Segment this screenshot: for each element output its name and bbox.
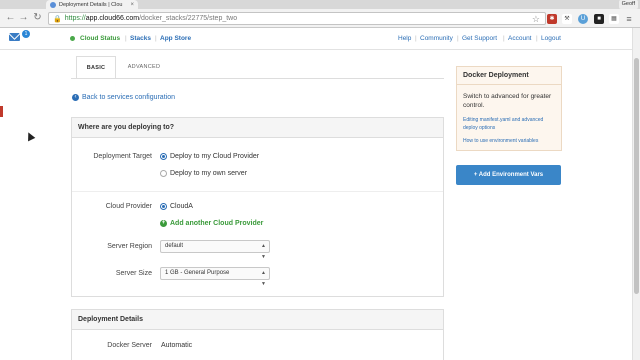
deploy-panel-title: Where are you deploying to? xyxy=(72,118,443,138)
radio-clouda[interactable]: CloudA xyxy=(160,203,193,210)
nav-account[interactable]: Account xyxy=(503,35,531,42)
bookmark-star-icon[interactable]: ☆ xyxy=(532,14,540,25)
back-arrow-icon[interactable]: ← xyxy=(5,13,16,23)
deploy-target-panel: Where are you deploying to? Deployment T… xyxy=(71,117,444,297)
server-region-label: Server Region xyxy=(107,243,152,250)
panel-divider xyxy=(72,191,443,192)
url-scheme: https:// xyxy=(64,15,86,22)
left-accent-bar xyxy=(0,106,3,117)
env-vars-docs-link[interactable]: How to use environment variables xyxy=(463,137,559,145)
tabs-divider xyxy=(71,78,444,79)
radio-selected-icon xyxy=(160,203,167,210)
nav-app-store[interactable]: App Store xyxy=(155,35,191,42)
nav-help[interactable]: Help xyxy=(398,35,411,42)
plus-circle-icon: + xyxy=(160,220,167,227)
manifest-docs-link[interactable]: Editing manifest.yaml and advanced deplo… xyxy=(463,116,559,132)
cloud-provider-label: Cloud Provider xyxy=(105,203,152,210)
select-caret-icon: ▲ ▼ xyxy=(261,243,266,260)
mouse-cursor-icon xyxy=(24,130,36,142)
tab-advanced[interactable]: ADVANCED xyxy=(124,56,164,78)
envelope-icon xyxy=(9,33,20,41)
tab-basic[interactable]: BASIC xyxy=(76,56,116,79)
sidebox-title: Docker Deployment xyxy=(457,67,561,85)
details-panel-title: Deployment Details xyxy=(72,310,443,330)
radio-unselected-icon xyxy=(160,170,167,177)
server-region-value: default xyxy=(165,243,184,249)
close-tab-icon[interactable]: × xyxy=(130,2,134,8)
nav-community[interactable]: Community xyxy=(415,35,453,42)
deployment-details-panel: Deployment Details Docker Server Automat… xyxy=(71,309,444,360)
app-header: 1 Cloud Status Stacks App Store Help Com… xyxy=(0,28,632,50)
nav-get-support[interactable]: Get Support xyxy=(457,35,497,42)
extension-red-icon[interactable]: ✱ xyxy=(547,14,557,24)
select-caret-icon: ▲ ▼ xyxy=(261,270,266,287)
radio-cloud-provider-label: Deploy to my Cloud Provider xyxy=(170,153,260,160)
nav-cloud-status[interactable]: Cloud Status xyxy=(80,35,120,42)
back-circle-icon: ‹ xyxy=(72,94,79,101)
browser-toolbar: ← → ↻ 🔒 https:// app.cloud66.com /docker… xyxy=(0,9,640,28)
add-cloud-provider-label: Add another Cloud Provider xyxy=(170,220,264,227)
server-region-select[interactable]: default ▲ ▼ xyxy=(160,240,270,260)
scrollbar-thumb[interactable] xyxy=(634,58,639,294)
radio-selected-icon xyxy=(160,153,167,160)
server-size-label: Server Size xyxy=(115,270,152,277)
url-host: app.cloud66.com xyxy=(85,15,140,22)
add-cloud-provider-link[interactable]: + Add another Cloud Provider xyxy=(160,220,263,227)
url-path: /docker_stacks/22775/step_two xyxy=(139,15,238,22)
browser-tab[interactable]: Deployment Details | Clou × xyxy=(46,0,138,9)
docker-server-label: Docker Server xyxy=(107,342,152,349)
extension-dark-icon[interactable]: ■ xyxy=(594,14,604,24)
back-link-label: Back to services configuration xyxy=(82,94,175,101)
nav-stacks[interactable]: Stacks xyxy=(125,35,151,42)
menu-icon[interactable]: ≡ xyxy=(624,14,634,24)
server-size-value: 1 GB - General Purpose xyxy=(165,270,230,276)
forward-arrow-icon[interactable]: → xyxy=(18,13,29,23)
reload-icon[interactable]: ↻ xyxy=(32,13,43,23)
deployment-target-label: Deployment Target xyxy=(93,153,152,160)
extension-grid-icon[interactable]: ▦ xyxy=(609,14,619,24)
browser-tabstrip: Deployment Details | Clou × Geoff xyxy=(0,0,640,9)
extension-tool-icon[interactable]: ⚒ xyxy=(562,14,572,24)
extension-u-icon[interactable]: U xyxy=(578,14,588,24)
sidebox-text: Switch to advanced for greater control. xyxy=(463,93,552,109)
mail-icon[interactable]: 1 xyxy=(9,30,30,43)
tab-title: Deployment Details | Clou xyxy=(59,1,123,8)
address-bar[interactable]: 🔒 https:// app.cloud66.com /docker_stack… xyxy=(48,12,546,25)
cloud-status-dot-icon xyxy=(70,36,75,41)
docker-deployment-sidebox: Docker Deployment Switch to advanced for… xyxy=(456,66,562,151)
lock-icon: 🔒 xyxy=(53,15,62,23)
back-to-services-link[interactable]: ‹ Back to services configuration xyxy=(72,94,175,101)
profile-name[interactable]: Geoff xyxy=(618,0,638,9)
page-scrollbar[interactable] xyxy=(632,28,640,360)
radio-clouda-label: CloudA xyxy=(170,203,193,210)
docker-server-value: Automatic xyxy=(161,342,193,349)
add-environment-vars-button[interactable]: + Add Environment Vars xyxy=(456,165,561,185)
radio-cloud-provider[interactable]: Deploy to my Cloud Provider xyxy=(160,153,259,160)
radio-own-server[interactable]: Deploy to my own server xyxy=(160,170,247,177)
favicon-icon xyxy=(50,1,56,8)
server-size-select[interactable]: 1 GB - General Purpose ▲ ▼ xyxy=(160,267,270,287)
nav-logout[interactable]: Logout xyxy=(536,35,561,42)
mail-count-badge: 1 xyxy=(22,30,30,38)
radio-own-server-label: Deploy to my own server xyxy=(170,170,248,177)
